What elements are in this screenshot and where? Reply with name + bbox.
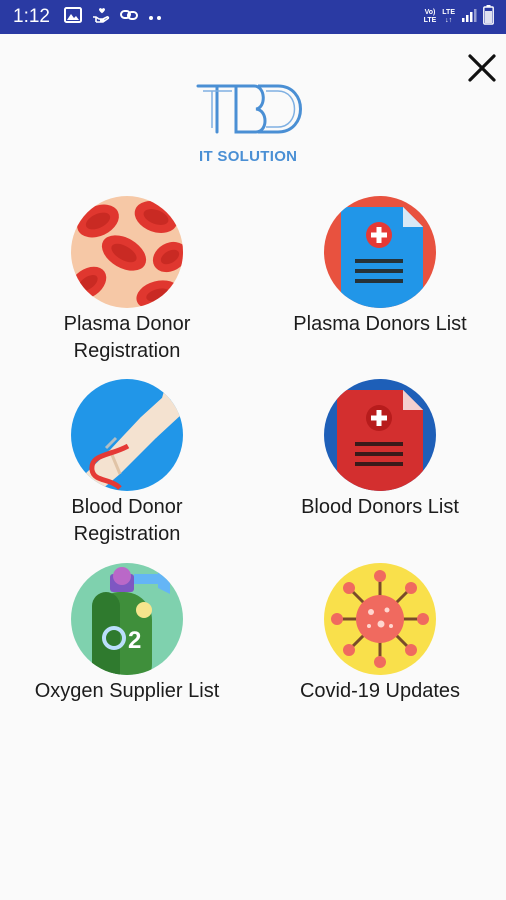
menu-item-label: Plasma Donor Registration: [63, 313, 191, 362]
menu-item-covid-19-updates[interactable]: Covid-19 Updates: [265, 562, 495, 712]
hand-heart-icon: [92, 7, 110, 28]
close-icon: [468, 54, 496, 82]
menu-item-label: Blood Donors List: [301, 496, 459, 518]
logo-subtitle: IT SOLUTION: [199, 148, 298, 165]
menu-item-plasma-donor-registration[interactable]: Plasma Donor Registration: [12, 195, 242, 370]
lte-indicator: LTE ↓↑: [442, 9, 455, 24]
menu-item-label: Oxygen Supplier List: [34, 680, 220, 702]
close-button[interactable]: [464, 50, 500, 86]
svg-text:2: 2: [128, 627, 141, 654]
more-notifications-icon: [148, 8, 162, 26]
status-bar: 1:12 Vo) LTE LTE ↓↑: [0, 0, 506, 34]
menu-item-label: Blood Donor Registration: [71, 496, 183, 545]
volte-indicator: Vo) LTE: [423, 9, 437, 24]
signal-icon: [461, 7, 477, 28]
gallery-icon: [64, 6, 82, 28]
status-time: 1:12: [13, 6, 50, 27]
menu-item-blood-donors-list[interactable]: Blood Donors List: [265, 378, 495, 528]
link-icon: [120, 8, 138, 26]
status-right-icons: Vo) LTE LTE ↓↑: [423, 4, 494, 30]
arm-blood-donation-icon: [71, 379, 183, 491]
menu-item-blood-donor-registration[interactable]: Blood Donor Registration: [12, 378, 242, 553]
red-document-icon: [324, 379, 436, 491]
menu-item-oxygen-supplier-list[interactable]: 2 Oxygen Supplier List: [12, 562, 242, 712]
oxygen-cylinder-icon: 2: [71, 563, 183, 675]
menu-item-label: Covid-19 Updates: [299, 680, 461, 702]
red-blood-cells-icon: [71, 196, 183, 308]
battery-icon: [483, 4, 494, 30]
app-screen: 1:12 Vo) LTE LTE ↓↑ IT SOLUTION Plasma D…: [0, 0, 506, 900]
virus-icon: [324, 563, 436, 675]
status-left-icons: [64, 6, 162, 28]
menu-item-label: Plasma Donors List: [293, 313, 467, 335]
blue-document-icon: [324, 196, 436, 308]
menu-item-plasma-donors-list[interactable]: Plasma Donors List: [265, 195, 495, 345]
